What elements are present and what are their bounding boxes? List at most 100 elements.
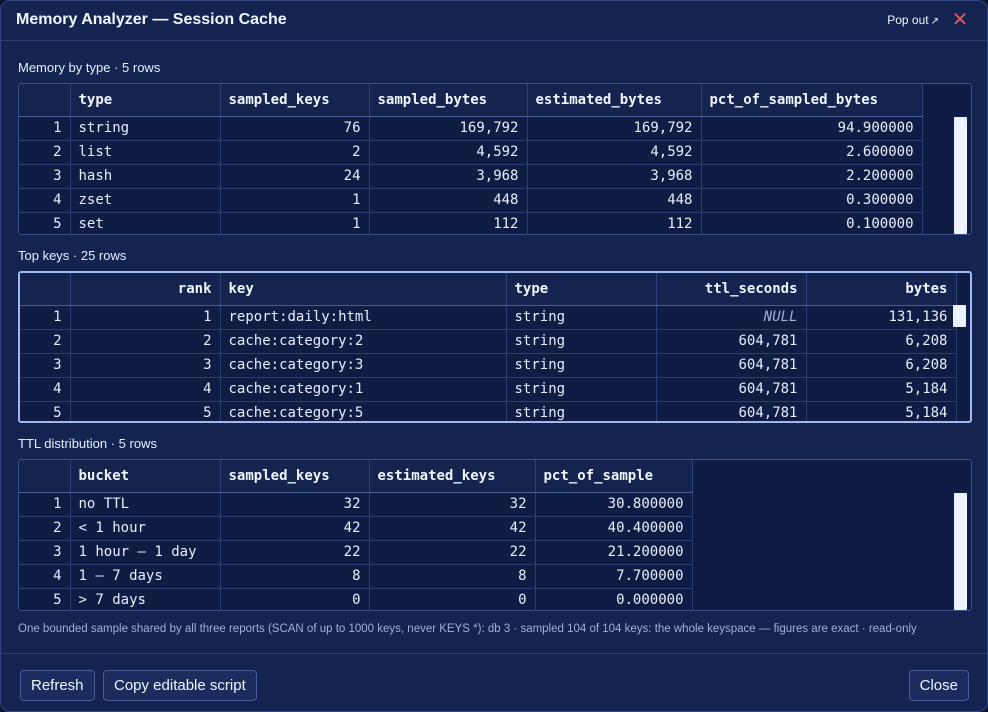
- table-cell: cache:category:1: [220, 377, 507, 402]
- column-header[interactable]: [20, 273, 71, 306]
- table-cell: 604,781: [656, 377, 807, 402]
- table-cell: 112: [369, 212, 528, 234]
- table-cell: string: [506, 401, 657, 421]
- column-header[interactable]: pct_of_sample: [535, 460, 693, 493]
- table-cell: 0: [220, 588, 370, 610]
- table-cell: 21.200000: [535, 540, 693, 565]
- table-row[interactable]: 41 – 7 days 8 8 7.700000: [19, 564, 693, 589]
- memory-by-type-grid[interactable]: type sampled_keys sampled_bytes estimate…: [18, 83, 972, 235]
- table-cell: 4: [70, 377, 221, 402]
- row-number: 3: [19, 540, 71, 565]
- column-header[interactable]: [19, 460, 71, 493]
- table-cell: 8: [369, 564, 536, 589]
- memory-by-type-label: Memory by type · 5 rows: [18, 60, 161, 75]
- table-cell: 32: [220, 492, 370, 517]
- table-cell: 448: [527, 188, 702, 213]
- row-number: 5: [20, 401, 71, 421]
- table-cell: 2: [70, 329, 221, 354]
- column-header[interactable]: [19, 84, 71, 117]
- ttl-distribution-label: TTL distribution · 5 rows: [18, 436, 157, 451]
- table-row[interactable]: 5 set 1 112 112 0.100000: [19, 212, 923, 234]
- table-row[interactable]: 2 list 2 4,592 4,592 2.600000: [19, 140, 923, 165]
- table-row[interactable]: 5 5 cache:category:5 string 604,781 5,184: [20, 401, 957, 421]
- table-cell: 22: [369, 540, 536, 565]
- table-row[interactable]: 2 < 1 hour 42 42 40.400000: [19, 516, 693, 541]
- table-row[interactable]: 2 2 cache:category:2 string 604,781 6,208: [20, 329, 957, 354]
- row-number: 4: [20, 377, 71, 402]
- sample-info-note: One bounded sample shared by all three r…: [18, 623, 917, 635]
- table-cell: cache:category:5: [220, 401, 507, 421]
- column-header[interactable]: sampled_keys: [220, 84, 370, 117]
- vertical-scrollbar[interactable]: [954, 117, 967, 234]
- top-keys-grid[interactable]: rank key type ttl_seconds bytes 1 1 report…: [18, 271, 972, 423]
- external-arrow-icon: ↗: [930, 16, 939, 27]
- table-cell: 169,792: [369, 116, 528, 141]
- table-cell: 0.300000: [701, 188, 923, 213]
- vertical-scrollbar[interactable]: [953, 305, 966, 327]
- table-row[interactable]: 31 hour – 1 day 22 22 21.200000: [19, 540, 693, 565]
- column-header[interactable]: estimated_bytes: [527, 84, 702, 117]
- column-header[interactable]: pct_of_sampled_bytes: [701, 84, 923, 117]
- table-cell: cache:category:3: [220, 353, 507, 378]
- copy-editable-script-button[interactable]: Copy editable script: [103, 670, 257, 701]
- table-cell: string: [70, 116, 221, 141]
- table-row[interactable]: 5 > 7 days 0 0 0.000000: [19, 588, 693, 610]
- table-row[interactable]: 1 1 report:daily:html string NULL 131,136: [20, 305, 957, 330]
- ttl-distribution-table: bucket sampled_keys estimated_keys pct_o…: [19, 460, 693, 610]
- column-header[interactable]: bytes: [806, 273, 957, 306]
- table-header-row: bucket sampled_keys estimated_keys pct_o…: [19, 460, 693, 493]
- vertical-scrollbar[interactable]: [954, 493, 967, 610]
- table-cell: string: [506, 353, 657, 378]
- close-button[interactable]: Close: [908, 670, 969, 701]
- top-keys-table: rank key type ttl_seconds bytes 1 1 report…: [20, 273, 957, 421]
- table-cell: 0.100000: [701, 212, 923, 234]
- column-header[interactable]: estimated_keys: [369, 460, 536, 493]
- column-header[interactable]: rank: [70, 273, 221, 306]
- table-cell: string: [506, 377, 657, 402]
- table-row[interactable]: 3 3 cache:category:3 string 604,781 6,208: [20, 353, 957, 378]
- table-row[interactable]: 4 4 cache:category:1 string 604,781 5,184: [20, 377, 957, 402]
- table-row[interactable]: 1 no TTL 32 32 30.800000: [19, 492, 693, 517]
- null-value-cell: NULL: [656, 305, 807, 330]
- column-header[interactable]: key: [220, 273, 507, 306]
- column-header[interactable]: sampled_bytes: [369, 84, 528, 117]
- row-number: 2: [20, 329, 71, 354]
- table-cell: 131,136: [806, 305, 957, 330]
- table-row[interactable]: 3 hash 24 3,968 3,968 2.200000: [19, 164, 923, 189]
- column-header[interactable]: ttl_seconds: [656, 273, 807, 306]
- window-title: Memory Analyzer — Session Cache: [16, 11, 287, 28]
- column-header[interactable]: sampled_keys: [220, 460, 370, 493]
- column-header[interactable]: bucket: [70, 460, 221, 493]
- table-cell: 3,968: [369, 164, 528, 189]
- table-cell: 24: [220, 164, 370, 189]
- pop-out-label: Pop out: [887, 13, 929, 27]
- ttl-distribution-grid[interactable]: bucket sampled_keys estimated_keys pct_o…: [18, 459, 972, 611]
- table-cell: 0: [369, 588, 536, 610]
- column-header[interactable]: type: [506, 273, 657, 306]
- refresh-button[interactable]: Refresh: [20, 670, 95, 701]
- table-row[interactable]: 4 zset 1 448 448 0.300000: [19, 188, 923, 213]
- pop-out-button[interactable]: Pop out ↗: [887, 13, 939, 27]
- row-number: 1: [20, 305, 71, 330]
- row-number: 5: [19, 588, 71, 610]
- table-cell: 448: [369, 188, 528, 213]
- table-cell: hash: [70, 164, 221, 189]
- close-icon[interactable]: ✕: [951, 9, 969, 31]
- table-row[interactable]: 1 string 76 169,792 169,792 94.900000: [19, 116, 923, 141]
- table-cell: 30.800000: [535, 492, 693, 517]
- table-cell: string: [506, 329, 657, 354]
- column-header[interactable]: type: [70, 84, 221, 117]
- table-cell: 169,792: [527, 116, 702, 141]
- table-cell: 5,184: [806, 401, 957, 421]
- memory-by-type-table: type sampled_keys sampled_bytes estimate…: [19, 84, 923, 234]
- table-cell: 3,968: [527, 164, 702, 189]
- table-cell: 3: [70, 353, 221, 378]
- table-cell: 112: [527, 212, 702, 234]
- table-cell: 0.000000: [535, 588, 693, 610]
- table-cell: 6,208: [806, 329, 957, 354]
- table-cell: 5: [70, 401, 221, 421]
- table-cell: < 1 hour: [70, 516, 221, 541]
- table-cell: 1: [70, 305, 221, 330]
- table-cell: 42: [220, 516, 370, 541]
- table-cell: 4,592: [527, 140, 702, 165]
